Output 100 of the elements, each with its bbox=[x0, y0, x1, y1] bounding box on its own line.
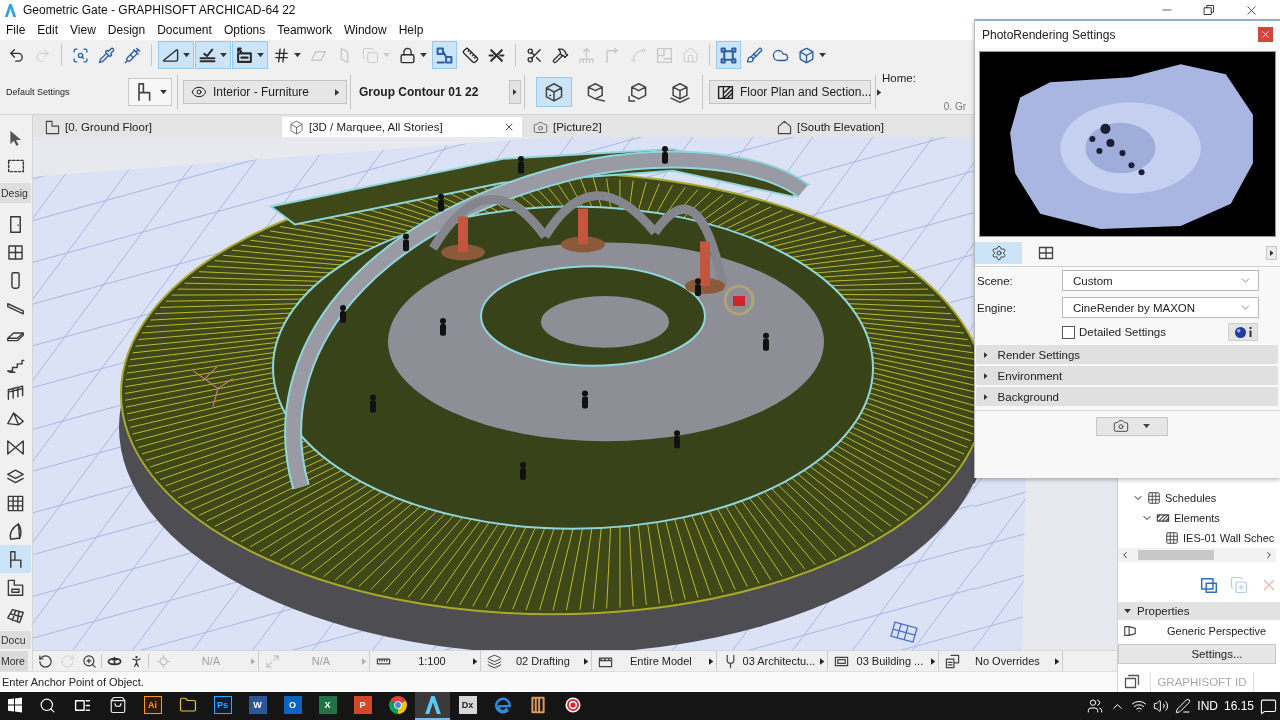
caret-right-icon bbox=[361, 657, 366, 665]
camera-icon bbox=[1113, 418, 1129, 434]
more-button[interactable]: More bbox=[0, 651, 28, 671]
people-icon bbox=[1087, 698, 1104, 714]
tree-item[interactable]: IES-01 Wall Schec bbox=[1118, 528, 1280, 548]
sphere-icon bbox=[1234, 326, 1246, 338]
menu-item[interactable]: File bbox=[0, 20, 32, 40]
bowtie-icon bbox=[6, 438, 25, 458]
geometry-method-button[interactable] bbox=[536, 77, 572, 107]
settings-button[interactable]: Settings... bbox=[1118, 644, 1276, 664]
menu-item[interactable]: Design bbox=[101, 20, 152, 40]
app-logo-icon bbox=[4, 3, 17, 17]
home-label: Home: bbox=[882, 72, 916, 84]
select-field[interactable]: Custom bbox=[1062, 270, 1259, 291]
floor-plan-icon bbox=[45, 119, 60, 135]
window-icon bbox=[6, 243, 25, 263]
menu-item[interactable]: Window bbox=[337, 20, 393, 40]
caret-icon bbox=[1143, 423, 1150, 429]
toolbox-section-header[interactable]: Desig bbox=[0, 182, 31, 203]
caret-right-icon bbox=[930, 657, 935, 665]
select-field[interactable]: CineRender by MAXON bbox=[1062, 297, 1259, 318]
caret-icon bbox=[220, 52, 227, 58]
caret-icon bbox=[420, 52, 427, 58]
app-logo: P bbox=[353, 696, 372, 714]
render-button[interactable] bbox=[1095, 416, 1168, 436]
menu-item[interactable]: Edit bbox=[31, 20, 65, 40]
expand-button[interactable] bbox=[509, 80, 521, 104]
coordinates-button[interactable] bbox=[232, 41, 268, 69]
search-icon bbox=[39, 696, 56, 714]
volume-icon bbox=[1153, 698, 1170, 714]
close-icon[interactable] bbox=[503, 121, 515, 133]
caret-right-icon bbox=[877, 88, 882, 96]
palette-tab[interactable] bbox=[975, 242, 1022, 264]
diagonal-arrows-icon bbox=[265, 653, 280, 669]
object-settings-button[interactable] bbox=[128, 78, 172, 106]
stacked-windows-icon bbox=[1200, 576, 1218, 594]
menu-item[interactable]: Document bbox=[151, 20, 218, 40]
node-square-button[interactable] bbox=[716, 41, 741, 69]
table-icon bbox=[1147, 491, 1161, 505]
chair-tool[interactable] bbox=[0, 545, 31, 574]
horizontal-scrollbar[interactable] bbox=[1118, 548, 1276, 562]
clock[interactable]: 16.15 bbox=[1220, 692, 1257, 720]
taskbar-button[interactable]: Dx bbox=[450, 692, 485, 720]
taskbar-button[interactable]: O bbox=[275, 692, 310, 720]
taskbar-button[interactable]: X bbox=[310, 692, 345, 720]
language-indicator[interactable]: IND bbox=[1194, 692, 1221, 720]
palette-title: PhotoRendering Settings bbox=[982, 27, 1116, 42]
cube-with-line-icon bbox=[585, 81, 607, 103]
chevron-right-icon[interactable] bbox=[1264, 550, 1274, 560]
caret-icon bbox=[159, 89, 167, 95]
book-icon bbox=[528, 696, 547, 714]
layer-dropdown[interactable]: Interior - Furniture bbox=[183, 80, 347, 104]
tree-item[interactable]: Elements bbox=[1118, 508, 1280, 528]
properties-header[interactable]: Properties bbox=[1118, 602, 1280, 620]
taskbar-button[interactable] bbox=[415, 692, 450, 720]
menu-item[interactable]: Options bbox=[217, 20, 272, 40]
taskbar-button[interactable]: W bbox=[240, 692, 275, 720]
app-logo: O bbox=[283, 696, 302, 714]
view-tab[interactable]: [3D / Marquee, All Stories] bbox=[282, 117, 522, 137]
close-button[interactable] bbox=[1258, 27, 1273, 42]
cube-icon bbox=[289, 119, 304, 135]
segmented-circle-icon bbox=[388, 696, 407, 714]
app-logo: Ps bbox=[213, 696, 232, 714]
expand-button[interactable] bbox=[1266, 246, 1277, 260]
hatched-bar-icon bbox=[1156, 511, 1170, 525]
app-logo: W bbox=[248, 696, 267, 714]
caret-right-icon bbox=[472, 657, 477, 665]
info-icon bbox=[1248, 327, 1252, 337]
caret-right-icon bbox=[708, 657, 713, 665]
toolbox-section-header[interactable]: Docu bbox=[0, 631, 31, 649]
collapsible-section-header[interactable]: Render Settings bbox=[976, 345, 1278, 364]
chevron-left-icon[interactable] bbox=[1120, 550, 1130, 560]
menu-item[interactable]: Teamwork bbox=[271, 20, 338, 40]
target-icon bbox=[156, 653, 171, 669]
taskbar-button[interactable]: Ps bbox=[205, 692, 240, 720]
collapsible-section-header[interactable]: Environment bbox=[976, 366, 1278, 385]
renderer-info-button[interactable] bbox=[1228, 323, 1258, 341]
taskbar-button[interactable]: Ai bbox=[135, 692, 170, 720]
table-icon bbox=[1165, 531, 1179, 545]
arch-logo-icon bbox=[423, 696, 442, 714]
caret-icon bbox=[294, 52, 301, 58]
caret-right-icon bbox=[819, 657, 824, 665]
tree-item[interactable]: Schedules bbox=[1118, 488, 1280, 508]
menu-item[interactable]: View bbox=[64, 20, 102, 40]
app-logo: Dx bbox=[458, 696, 477, 714]
window-title: Geometric Gate - GRAPHISOFT ARCHICAD-64 22 bbox=[23, 3, 296, 17]
field-label: Scene: bbox=[977, 274, 1014, 287]
panel-icon bbox=[1123, 624, 1137, 638]
collapsible-section-header[interactable]: Background bbox=[976, 387, 1278, 406]
detailed-settings-checkbox[interactable]: Detailed Settings bbox=[1062, 325, 1166, 339]
layout-icon bbox=[1037, 245, 1054, 261]
taskbar-button[interactable]: P bbox=[345, 692, 380, 720]
linked-squares-button[interactable] bbox=[432, 41, 457, 69]
set-square-button[interactable] bbox=[158, 41, 194, 69]
checkbox[interactable] bbox=[1062, 325, 1075, 339]
menu-item[interactable]: Help bbox=[392, 20, 430, 40]
eye-icon bbox=[191, 84, 207, 100]
scrollbar-thumb[interactable] bbox=[1138, 550, 1214, 560]
caret-right-icon bbox=[583, 657, 588, 665]
guide-lines-button[interactable] bbox=[195, 41, 231, 69]
